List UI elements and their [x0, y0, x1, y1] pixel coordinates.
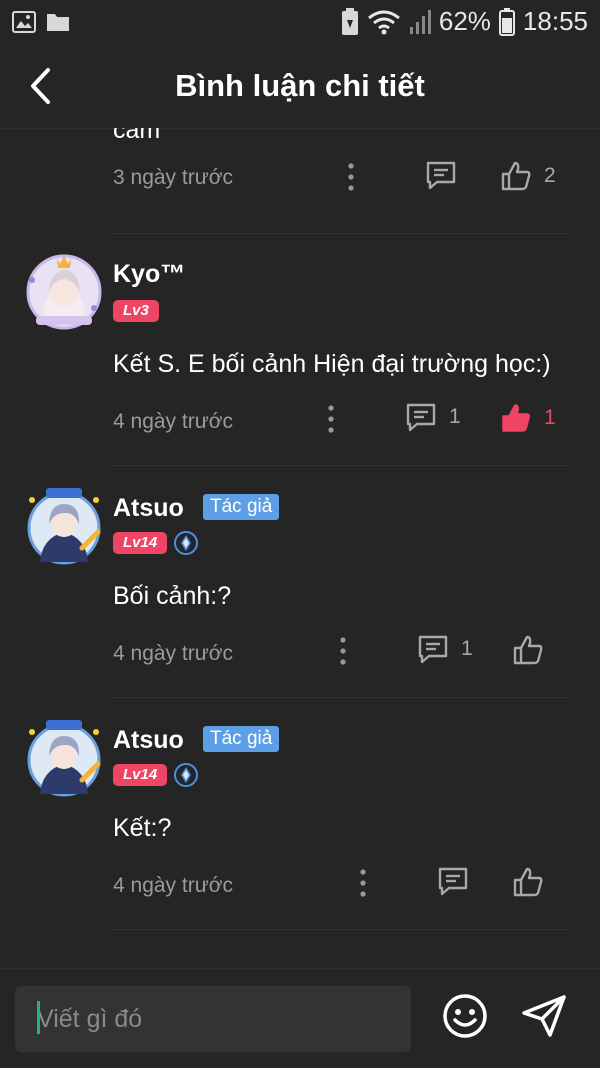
- reply-button[interactable]: 1: [405, 402, 461, 432]
- comment-icon: [426, 161, 456, 190]
- gallery-icon: [12, 11, 36, 33]
- username[interactable]: Kyo™: [113, 260, 185, 289]
- like-button[interactable]: [512, 866, 556, 898]
- avatar[interactable]: [24, 718, 104, 798]
- comment-input[interactable]: [15, 986, 411, 1052]
- more-options-icon[interactable]: [344, 162, 358, 192]
- app-header: Bình luận chi tiết: [0, 46, 600, 129]
- author-badge: Tác giả: [203, 726, 280, 752]
- comment-text: Kết:?: [113, 814, 172, 842]
- rank-icon: [174, 531, 198, 555]
- text-cursor: [37, 1001, 40, 1034]
- comment-item: Atsuo Tác giả Lv14 Bối cảnh:? 4 ngày trư…: [0, 466, 600, 698]
- comment-item: Kyo™ Lv3 Kết S. E bối cảnh Hiện đại trườ…: [0, 234, 600, 466]
- reply-button[interactable]: [425, 160, 469, 190]
- username[interactable]: Atsuo: [113, 726, 184, 755]
- username[interactable]: Atsuo: [113, 494, 184, 523]
- battery-icon: [498, 7, 515, 36]
- emoji-icon[interactable]: [442, 993, 488, 1039]
- comment-icon: [438, 867, 468, 896]
- avatar[interactable]: [24, 252, 104, 332]
- comment-item: cam 3 ngày trước 2: [0, 128, 600, 234]
- comment-text: Kết S. E bối cảnh Hiện đại trường học:): [113, 350, 551, 378]
- like-count: 2: [544, 164, 556, 187]
- folder-icon: [47, 14, 69, 31]
- like-count: 1: [544, 406, 556, 429]
- reply-button[interactable]: 1: [417, 634, 473, 664]
- wifi-icon: [367, 10, 400, 34]
- like-button[interactable]: 1: [500, 402, 556, 434]
- battery-percent: 62%: [438, 6, 491, 36]
- comment-time: 4 ngày trước: [113, 642, 234, 665]
- comment-time: 4 ngày trước: [113, 874, 234, 897]
- like-button[interactable]: 2: [500, 160, 556, 192]
- comment-icon: [406, 403, 436, 432]
- author-badge: Tác giả: [203, 494, 280, 520]
- composer-bar: [0, 968, 600, 1068]
- level-badge: Lv14: [113, 532, 168, 554]
- signal-icon: [409, 9, 431, 34]
- more-options-icon[interactable]: [356, 868, 370, 898]
- battery-saver-icon: [341, 7, 358, 35]
- more-options-icon[interactable]: [336, 636, 350, 666]
- comment-text: Bối cảnh:?: [113, 582, 232, 610]
- divider: [112, 929, 568, 930]
- page-title: Bình luận chi tiết: [175, 68, 425, 103]
- comment-list[interactable]: cam 3 ngày trước 2 Kyo™ Lv3 Kết S. E bối…: [0, 128, 600, 968]
- comment-time: 3 ngày trước: [113, 166, 234, 189]
- comment-item: Atsuo Tác giả Lv14 Kết:? 4 ngày trước: [0, 698, 600, 930]
- reply-count: 1: [449, 405, 461, 428]
- send-icon[interactable]: [520, 993, 568, 1039]
- clock: 18:55: [522, 6, 588, 36]
- like-button[interactable]: [512, 634, 556, 666]
- avatar[interactable]: [24, 486, 104, 566]
- comment-text: cam: [113, 128, 161, 144]
- comment-icon: [418, 635, 448, 664]
- reply-button[interactable]: [437, 866, 481, 896]
- thumbs-up-icon: [513, 867, 543, 897]
- rank-icon: [174, 763, 198, 787]
- more-options-icon[interactable]: [324, 404, 338, 434]
- status-bar: 62% 18:55: [0, 0, 600, 46]
- reply-count: 1: [461, 637, 473, 660]
- level-badge: Lv3: [113, 300, 159, 322]
- comment-time: 4 ngày trước: [113, 410, 234, 433]
- thumbs-up-filled-icon: [502, 404, 530, 432]
- thumbs-up-icon: [513, 635, 543, 665]
- thumbs-up-icon: [501, 161, 531, 191]
- level-badge: Lv14: [113, 764, 168, 786]
